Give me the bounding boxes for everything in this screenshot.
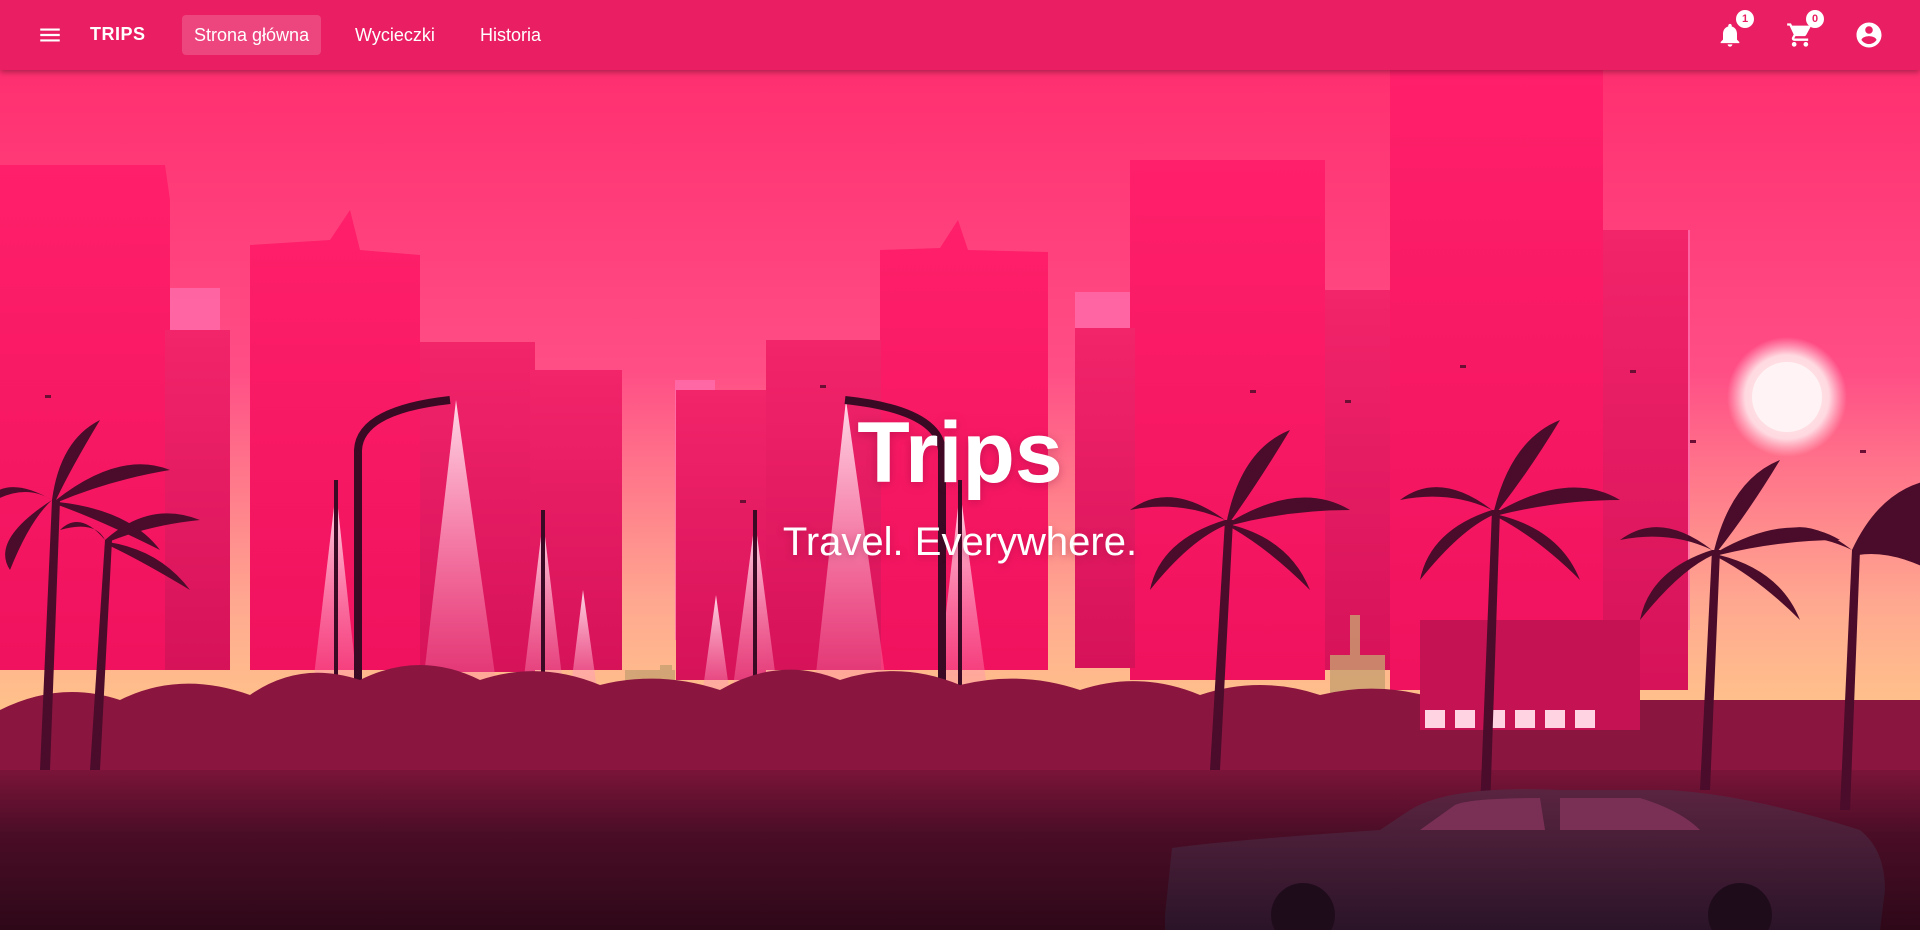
notifications-button[interactable]: 1 [1712,10,1754,53]
menu-button[interactable] [34,19,66,51]
nav-trips[interactable]: Wycieczki [343,15,447,55]
nav-history[interactable]: Historia [468,15,553,55]
hero-banner: Trips Travel. Everywhere. [0,70,1920,930]
account-button[interactable] [1851,17,1887,53]
account-circle-icon [1856,22,1882,48]
cart-badge: 0 [1806,10,1824,28]
notifications-badge: 1 [1736,10,1754,28]
nav-home[interactable]: Strona główna [182,15,322,55]
hero-subtitle: Travel. Everywhere. [782,520,1138,564]
top-app-bar: TRIPS Strona główna Wycieczki Historia 1… [0,0,1920,70]
cart-button[interactable]: 0 [1782,10,1824,53]
brand-logo[interactable]: TRIPS [90,24,146,45]
menu-icon [40,28,60,42]
hero-title: Trips [857,405,1063,501]
